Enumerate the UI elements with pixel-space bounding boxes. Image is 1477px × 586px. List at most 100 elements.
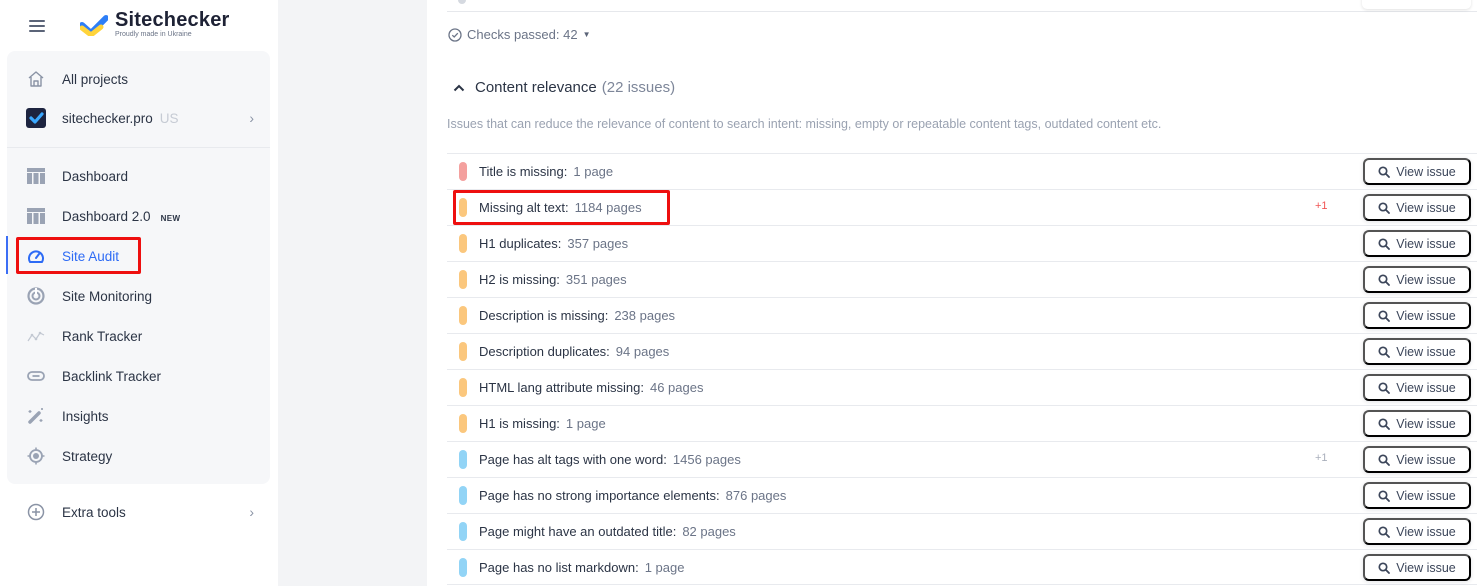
- section-description: Issues that can reduce the relevance of …: [447, 117, 1162, 131]
- severity-indicator: [459, 522, 467, 541]
- nav-insights[interactable]: Insights: [7, 398, 270, 434]
- logo[interactable]: Sitechecker Proudly made in Ukraine: [80, 10, 230, 39]
- checks-passed-toggle[interactable]: Checks passed: 42 ▼: [448, 27, 591, 42]
- issue-name[interactable]: Page might have an outdated title:: [479, 524, 676, 539]
- search-icon: [1378, 273, 1391, 286]
- severity-indicator: [459, 198, 467, 217]
- view-issue-label: View issue: [1396, 164, 1456, 179]
- issue-row[interactable]: Description duplicates: 94 pages View iss…: [447, 333, 1477, 369]
- issue-row[interactable]: Missing alt text: 1184 pages +1 View issu…: [447, 189, 1477, 225]
- issue-name[interactable]: H1 duplicates:: [479, 236, 561, 251]
- issue-name[interactable]: Page has no list markdown:: [479, 560, 639, 575]
- severity-indicator: [459, 486, 467, 505]
- issue-row[interactable]: H2 is missing: 351 pages View issue: [447, 261, 1477, 297]
- issue-name[interactable]: Missing alt text:: [479, 200, 569, 215]
- view-issue-button[interactable]: View issue: [1363, 446, 1471, 473]
- nav-strategy[interactable]: Strategy: [7, 438, 270, 474]
- nav-backlink-tracker[interactable]: Backlink Tracker: [7, 358, 270, 394]
- view-issue-button[interactable]: View issue: [1363, 374, 1471, 401]
- nav-all-projects[interactable]: All projects: [7, 61, 270, 97]
- search-icon: [1378, 417, 1391, 430]
- nav-label: Insights: [62, 408, 109, 424]
- nav-site-audit[interactable]: Site Audit: [7, 238, 270, 274]
- issue-row[interactable]: Title is missing: 1 page View issue: [447, 153, 1477, 189]
- view-issue-label: View issue: [1396, 560, 1456, 575]
- view-issue-button[interactable]: View issue: [1363, 410, 1471, 437]
- issue-name[interactable]: HTML lang attribute missing:: [479, 380, 644, 395]
- view-issue-button[interactable]: View issue: [1363, 302, 1471, 329]
- main-content: Checks passed: 42 ▼ Content relevance (2…: [427, 0, 1477, 586]
- view-issue-button[interactable]: View issue: [1363, 266, 1471, 293]
- content-gutter: [278, 0, 427, 586]
- nav-label: Dashboard: [62, 168, 129, 184]
- nav-extra-tools[interactable]: Extra tools ›: [7, 494, 270, 530]
- view-issue-label: View issue: [1396, 488, 1456, 503]
- magic-wand-icon: [26, 406, 46, 426]
- target-icon: [26, 446, 46, 466]
- search-icon: [1378, 381, 1391, 394]
- issue-page-count: 94 pages: [615, 344, 670, 359]
- nav-label: Site Audit: [62, 248, 120, 264]
- issue-row[interactable]: HTML lang attribute missing: 46 pages Vie…: [447, 369, 1477, 405]
- dashboard-icon: [26, 206, 46, 226]
- issue-row[interactable]: H1 duplicates: 357 pages View issue: [447, 225, 1477, 261]
- issue-name[interactable]: Page has alt tags with one word:: [479, 452, 667, 467]
- nav-label: Extra tools: [62, 504, 126, 520]
- view-issue-button[interactable]: View issue: [1363, 158, 1471, 185]
- issue-row[interactable]: Page has no list markdown: 1 page View is…: [447, 549, 1477, 585]
- view-issue-label: View issue: [1396, 272, 1456, 287]
- divider: [7, 147, 270, 148]
- issue-page-count: 351 pages: [565, 272, 627, 287]
- caret-down-icon: ▼: [582, 30, 591, 39]
- menu-icon[interactable]: [29, 20, 45, 32]
- issue-row[interactable]: Page might have an outdated title: 82 pag…: [447, 513, 1477, 549]
- issue-row[interactable]: Description is missing: 238 pages View is…: [447, 297, 1477, 333]
- view-issue-label: View issue: [1396, 344, 1456, 359]
- chevron-up-icon: [453, 84, 465, 91]
- view-issue-button[interactable]: [1362, 0, 1471, 9]
- check-circle-icon: [448, 27, 462, 42]
- section-toggle[interactable]: Content relevance (22 issues): [453, 79, 675, 96]
- nav-rank-tracker[interactable]: Rank Tracker: [7, 318, 270, 354]
- nav-label: Strategy: [62, 448, 113, 464]
- severity-indicator: [459, 342, 467, 361]
- issue-row[interactable]: Page has no strong importance elements: 8…: [447, 477, 1477, 513]
- nav-label: Dashboard 2.0: [62, 208, 151, 224]
- app: Sitechecker Proudly made in Ukraine All …: [0, 0, 1477, 586]
- issue-page-count: 1456 pages: [672, 452, 741, 467]
- section-issue-count: (22 issues): [601, 79, 676, 96]
- view-issue-label: View issue: [1396, 200, 1456, 215]
- dashboard-icon: [26, 166, 46, 186]
- project-favicon-icon: [26, 108, 46, 128]
- issue-name[interactable]: Description is missing:: [479, 308, 608, 323]
- nav-dashboard-2[interactable]: Dashboard 2.0 NEW: [7, 198, 270, 234]
- brand-tagline: Proudly made in Ukraine: [115, 31, 192, 38]
- issue-name[interactable]: H1 is missing:: [479, 416, 560, 431]
- chevron-right-icon: ›: [249, 504, 254, 520]
- severity-indicator: [459, 378, 467, 397]
- issue-name[interactable]: Description duplicates:: [479, 344, 610, 359]
- view-issue-button[interactable]: View issue: [1363, 518, 1471, 545]
- nav-label: All projects: [62, 71, 129, 87]
- issue-name[interactable]: Title is missing:: [479, 164, 567, 179]
- nav-dashboard[interactable]: Dashboard: [7, 158, 270, 194]
- view-issue-button[interactable]: View issue: [1363, 554, 1471, 581]
- issue-row[interactable]: H1 is missing: 1 page View issue: [447, 405, 1477, 441]
- chevron-right-icon: ›: [249, 110, 254, 126]
- link-icon: [26, 366, 46, 386]
- project-selector[interactable]: sitechecker.pro US ›: [7, 100, 270, 136]
- view-issue-button[interactable]: View issue: [1363, 482, 1471, 509]
- plus-circle-icon: [26, 502, 46, 522]
- issue-name[interactable]: H2 is missing:: [479, 272, 560, 287]
- view-issue-button[interactable]: View issue: [1363, 194, 1471, 221]
- view-issue-button[interactable]: View issue: [1363, 338, 1471, 365]
- nav-label: Backlink Tracker: [62, 368, 162, 384]
- severity-indicator: [459, 414, 467, 433]
- issue-row[interactable]: Page has alt tags with one word: 1456 pag…: [447, 441, 1477, 477]
- view-issue-label: View issue: [1396, 380, 1456, 395]
- issue-page-count: 1184 pages: [574, 200, 642, 215]
- issue-name[interactable]: Page has no strong importance elements:: [479, 488, 720, 503]
- view-issue-button[interactable]: View issue: [1363, 230, 1471, 257]
- nav-site-monitoring[interactable]: Site Monitoring: [7, 278, 270, 314]
- issue-page-count: 46 pages: [649, 380, 704, 395]
